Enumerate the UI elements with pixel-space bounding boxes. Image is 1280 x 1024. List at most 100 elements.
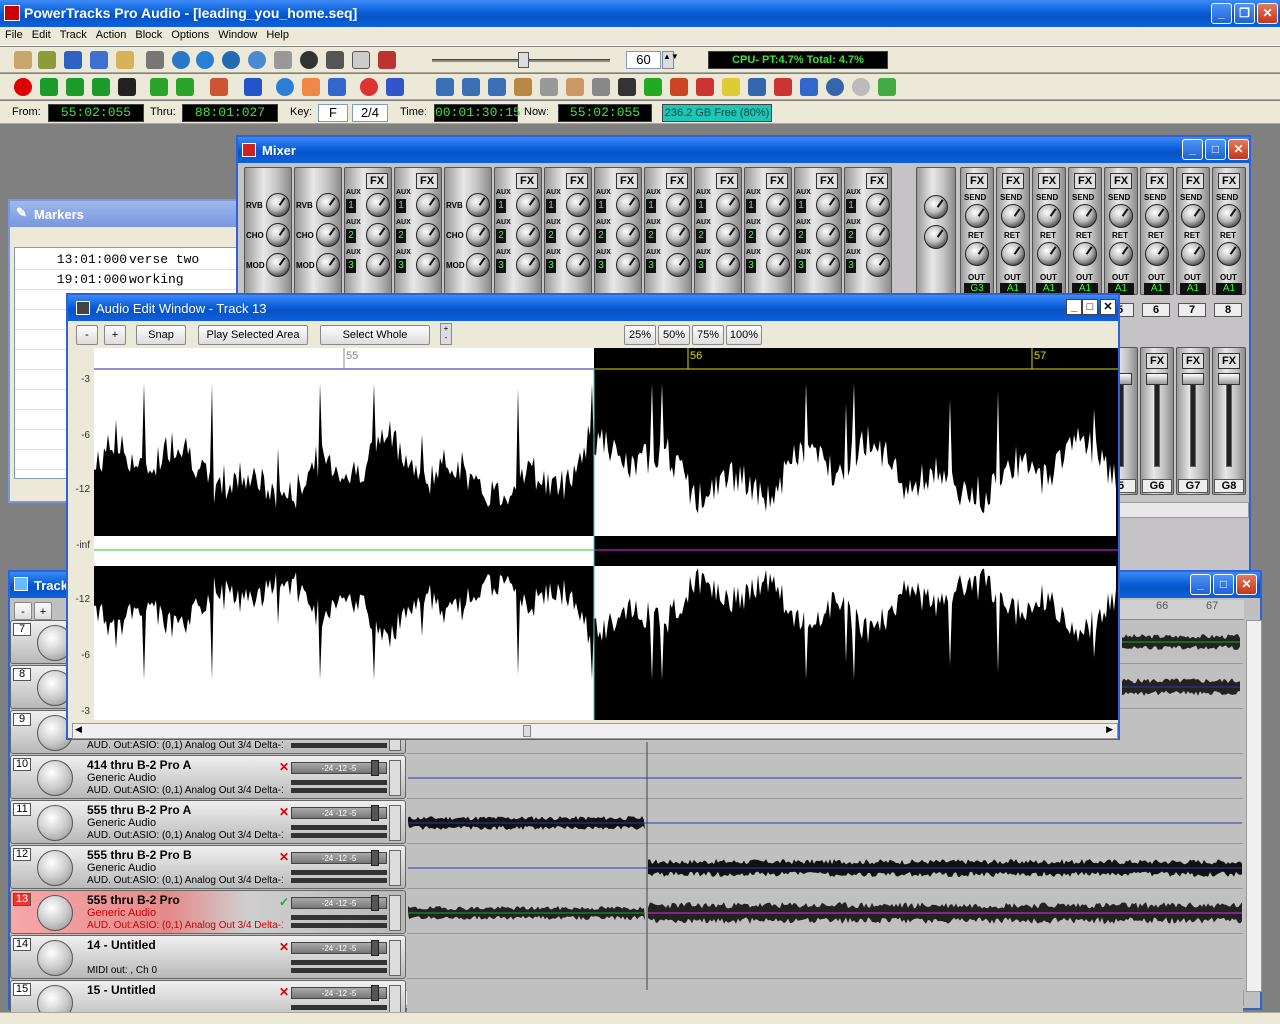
mixer-knob[interactable] [516,223,540,247]
play-icon[interactable] [40,78,58,96]
play-selected-area-button[interactable]: Play Selected Area [198,325,308,345]
volume-fader-thumb[interactable] [371,985,379,1001]
back-arrow-icon[interactable] [150,78,168,96]
menu-file[interactable]: File [0,27,27,41]
audio-zoom-out-button[interactable]: - [76,325,98,345]
alert-icon[interactable] [244,78,262,96]
fx-button[interactable]: FX [716,173,738,189]
ret-knob[interactable] [1037,242,1061,266]
menu-action[interactable]: Action [91,27,131,41]
mixer-knob[interactable] [416,253,440,277]
mixer-knob[interactable] [816,253,840,277]
forward-arrow-icon[interactable] [176,78,194,96]
record-mode-icon[interactable] [360,78,378,96]
select-whole-button[interactable]: Select Whole [320,325,430,345]
effect-icon[interactable] [302,78,320,96]
menu-edit[interactable]: Edit [27,27,55,41]
open-file-icon[interactable] [38,51,56,69]
audio-zoom-in-button[interactable]: + [104,325,126,345]
zoom-75-button[interactable]: 75% [692,325,724,345]
close-button[interactable]: ✕ [1257,3,1278,24]
mixer-knob[interactable] [816,223,840,247]
help-icon[interactable] [300,51,318,69]
track-lane[interactable] [407,890,1243,934]
skip-end-icon[interactable] [92,78,110,96]
lyrics-icon[interactable] [722,78,740,96]
mute-x-icon[interactable]: ✕ [279,940,289,954]
mixer-knob[interactable] [466,253,490,277]
mute-x-icon[interactable]: ✕ [279,850,289,864]
volume-fader-thumb[interactable] [371,760,379,776]
tape-icon[interactable] [592,78,610,96]
mixer-knob[interactable] [616,253,640,277]
group-fx-button[interactable]: FX [1146,353,1168,369]
key-field[interactable]: F [318,104,348,122]
fader-thumb[interactable] [1218,373,1240,385]
menu-block[interactable]: Block [130,27,166,41]
track-side-controls[interactable] [389,760,401,796]
zoom-50-button[interactable]: 50% [658,325,690,345]
meter-icon[interactable] [210,78,228,96]
track-minimize-button[interactable]: _ [1190,574,1211,595]
track-side-controls[interactable] [389,895,401,931]
guitar-icon[interactable] [514,78,532,96]
mixer-knob[interactable] [266,193,290,217]
mixer-knob[interactable] [766,253,790,277]
mixer-knob[interactable] [616,193,640,217]
cd-icon[interactable] [852,78,870,96]
track-output[interactable]: AUD. Out:ASIO: (0,1) Analog Out 3/4 Delt… [87,875,283,886]
mute-x-icon[interactable]: ✕ [279,805,289,819]
mixer-knob[interactable] [416,193,440,217]
track-header[interactable]: 12 555 thru B-2 Pro B Generic Audio AUD. Ou… [10,845,406,889]
mixer-knob[interactable] [566,193,590,217]
armed-check-icon[interactable]: ✓ [279,895,289,909]
track-header[interactable]: 13 555 thru B-2 Pro Generic Audio AUD. Out:… [10,890,406,934]
tempo-spinner[interactable]: ▲▼ [662,51,679,69]
mute-x-icon[interactable]: ✕ [279,760,289,774]
vertical-zoom-spinner[interactable]: + - [440,323,452,345]
ret-knob[interactable] [1073,242,1097,266]
paste-icon[interactable] [116,51,134,69]
track-maximize-button[interactable]: □ [1213,574,1234,595]
mute-x-icon[interactable]: ✕ [279,985,289,999]
mixer-knob[interactable] [266,253,290,277]
mixer-knob[interactable] [716,253,740,277]
send-knob[interactable] [1109,204,1133,228]
mixer-knob[interactable] [466,223,490,247]
menu-help[interactable]: Help [261,27,293,41]
tab-view-icon[interactable] [436,78,454,96]
mixer-knob[interactable] [666,253,690,277]
globe-icon[interactable] [276,78,294,96]
mixer-knob[interactable] [466,193,490,217]
mixer-knob[interactable] [366,253,390,277]
loop-icon[interactable] [328,78,346,96]
scroll-thumb[interactable] [523,725,531,737]
send-knob[interactable] [1037,204,1061,228]
stop-icon[interactable] [118,78,136,96]
thru-field[interactable]: 88:01:027 [182,104,278,122]
mixer-knob[interactable] [666,193,690,217]
fx-button[interactable]: FX [866,173,888,189]
mixer-knob[interactable] [866,253,890,277]
mixer-knob[interactable] [266,223,290,247]
fader-thumb[interactable] [1146,373,1168,385]
menu-window[interactable]: Window [213,27,261,41]
scroll-right-arrow-icon[interactable]: ▶ [1106,724,1113,735]
send-knob[interactable] [1073,204,1097,228]
save-as-icon[interactable] [90,51,108,69]
group-fx-button[interactable]: FX [1182,353,1204,369]
zoom-25-button[interactable]: 25% [624,325,656,345]
save-icon[interactable] [64,51,82,69]
piano-roll-icon[interactable] [670,78,688,96]
mixer-knob[interactable] [516,193,540,217]
track-header[interactable]: 14 14 - Untitled MIDI out: , Ch 0 ✕ -24 -12 … [10,935,406,979]
fader-thumb[interactable] [1182,373,1204,385]
midi-icon[interactable] [378,51,396,69]
drum-icon[interactable] [540,78,558,96]
track-output[interactable]: AUD. Out:ASIO: (0,1) Analog Out 3/4 Delt… [87,830,283,841]
ret-knob[interactable] [1217,242,1241,266]
note-icon[interactable] [618,78,636,96]
mixer-knob[interactable] [316,193,340,217]
audio-settings-icon[interactable] [196,51,214,69]
track-name[interactable]: 555 thru B-2 Pro B [87,848,192,862]
